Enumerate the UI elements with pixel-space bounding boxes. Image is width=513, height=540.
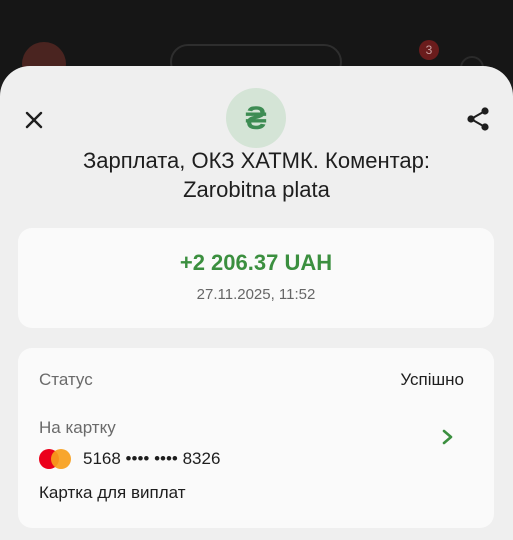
card-number: 5168 •••• •••• 8326	[83, 449, 221, 468]
card-number-row[interactable]: 5168 •••• •••• 8326	[39, 448, 220, 470]
card-name: Картка для виплат	[39, 483, 186, 502]
transaction-sheet: ₴ Зарплата, ОКЗ ХАТМК. Коментар: Zarobit…	[0, 66, 513, 540]
status-value: Успішно	[400, 370, 464, 389]
amount-card: +2 206.37 UAH 27.11.2025, 11:52	[18, 228, 494, 328]
transaction-datetime: 27.11.2025, 11:52	[196, 286, 316, 303]
share-button[interactable]	[463, 104, 493, 134]
hryvnia-icon: ₴	[226, 88, 286, 148]
card-label: На картку	[39, 418, 116, 437]
share-icon	[467, 107, 489, 131]
notification-badge: 3	[419, 40, 439, 60]
transaction-title: Зарплата, ОКЗ ХАТМК. Коментар: Zarobitna…	[82, 148, 431, 202]
chevron-right-icon	[442, 429, 453, 445]
details-card: Статус Успішно На картку 5168 •••• •••• …	[18, 348, 494, 528]
mastercard-icon	[39, 448, 73, 470]
close-button[interactable]	[20, 106, 48, 134]
transaction-amount: +2 206.37 UAH	[179, 250, 333, 275]
close-icon	[25, 111, 43, 129]
card-details-button[interactable]	[440, 426, 456, 448]
status-row: Статус Успішно	[39, 370, 464, 390]
status-label: Статус	[39, 370, 93, 389]
